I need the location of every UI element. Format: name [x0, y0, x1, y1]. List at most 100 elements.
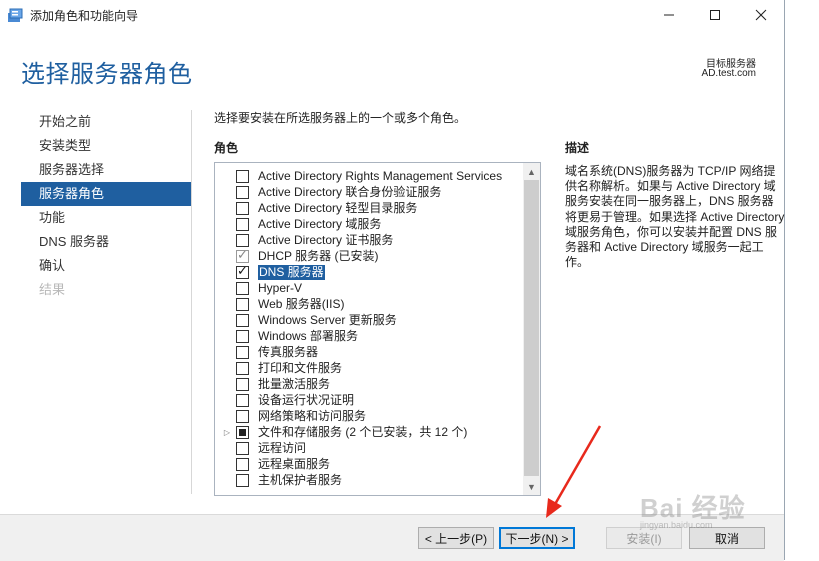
role-label: 批量激活服务	[258, 376, 331, 391]
role-row[interactable]: 远程访问	[215, 440, 521, 456]
nav-item-features[interactable]: 功能	[21, 206, 192, 230]
roles-scrollbar[interactable]: ▲ ▼	[523, 163, 540, 495]
role-checkbox[interactable]	[236, 409, 249, 423]
role-row[interactable]: Hyper-V	[215, 280, 521, 296]
nav-item-server-selection[interactable]: 服务器选择	[21, 158, 192, 182]
role-row[interactable]: Active Directory 域服务	[215, 216, 521, 232]
scroll-down-icon[interactable]: ▼	[523, 478, 540, 495]
role-label: Hyper-V	[258, 280, 303, 295]
role-label: Active Directory 联合身份验证服务	[258, 184, 442, 199]
role-checkbox[interactable]	[236, 313, 249, 327]
role-checkbox[interactable]	[236, 281, 249, 295]
role-row[interactable]: 打印和文件服务	[215, 360, 521, 376]
scroll-thumb[interactable]	[524, 180, 539, 476]
role-checkbox[interactable]	[236, 361, 249, 375]
role-row[interactable]: Windows 部署服务	[215, 328, 521, 344]
role-row[interactable]: 网络策略和访问服务	[215, 408, 521, 424]
role-checkbox[interactable]	[236, 377, 249, 391]
nav-item-dns-server[interactable]: DNS 服务器	[21, 230, 192, 254]
role-row[interactable]: 传真服务器	[215, 344, 521, 360]
nav-item-confirmation[interactable]: 确认	[21, 254, 192, 278]
role-checkbox[interactable]	[236, 425, 249, 439]
role-row[interactable]: Web 服务器(IIS)	[215, 296, 521, 312]
role-row[interactable]: Windows Server 更新服务	[215, 312, 521, 328]
install-button: 安装(I)	[606, 527, 682, 549]
expand-arrow-icon[interactable]: ▷	[219, 424, 235, 440]
role-row[interactable]: 设备运行状况证明	[215, 392, 521, 408]
role-row[interactable]: Active Directory 轻型目录服务	[215, 200, 521, 216]
role-checkbox[interactable]	[236, 201, 249, 215]
maximize-button[interactable]	[692, 0, 738, 30]
next-button[interactable]: 下一步(N) >	[499, 527, 575, 549]
role-checkbox[interactable]	[236, 393, 249, 407]
role-checkbox[interactable]	[236, 297, 249, 311]
nav-item-installation-type[interactable]: 安装类型	[21, 134, 192, 158]
wizard-window: 添加角色和功能向导 选择服务器角色 目标服务器 AD.test.com 开始之前…	[0, 0, 785, 561]
role-checkbox[interactable]	[236, 169, 249, 183]
role-row[interactable]: 远程桌面服务	[215, 456, 521, 472]
minimize-button[interactable]	[646, 0, 692, 30]
role-row[interactable]: Active Directory 证书服务	[215, 232, 521, 248]
scroll-up-icon[interactable]: ▲	[523, 163, 540, 180]
role-row[interactable]: DHCP 服务器 (已安装)	[215, 247, 521, 264]
role-label: 网络策略和访问服务	[258, 408, 367, 423]
role-label: 远程访问	[258, 440, 307, 455]
server-manager-icon	[8, 8, 24, 22]
role-label: Windows Server 更新服务	[258, 312, 397, 327]
role-checkbox[interactable]	[236, 185, 249, 199]
minimize-icon	[664, 14, 674, 16]
role-row[interactable]: Active Directory 联合身份验证服务	[215, 184, 521, 200]
role-label: Web 服务器(IIS)	[258, 296, 345, 311]
role-checkbox[interactable]	[236, 457, 249, 471]
role-label: 设备运行状况证明	[258, 392, 355, 407]
role-row[interactable]: DNS 服务器	[215, 263, 521, 280]
instruction-text: 选择要安装在所选服务器上的一个或多个角色。	[214, 111, 467, 125]
close-button[interactable]	[738, 0, 784, 30]
role-label: Active Directory 证书服务	[258, 232, 394, 247]
role-checkbox[interactable]	[236, 345, 249, 359]
annotation-arrow-icon	[546, 425, 602, 518]
role-label: 传真服务器	[258, 344, 319, 359]
role-checkbox	[236, 247, 249, 263]
role-checkbox[interactable]	[236, 217, 249, 231]
role-checkbox[interactable]	[236, 441, 249, 455]
nav-item-server-roles[interactable]: 服务器角色	[21, 182, 192, 206]
role-row[interactable]: ▷ 文件和存储服务 (2 个已安装，共 12 个)	[215, 424, 521, 440]
nav-item-before-you-begin[interactable]: 开始之前	[21, 110, 192, 134]
role-checkbox[interactable]	[236, 473, 249, 487]
roles-list-box[interactable]: Active Directory Rights Management Servi…	[214, 162, 541, 496]
role-label: Windows 部署服务	[258, 328, 359, 343]
role-checkbox[interactable]	[236, 263, 249, 279]
previous-button[interactable]: < 上一步(P)	[418, 527, 494, 549]
wizard-nav: 开始之前 安装类型 服务器选择 服务器角色 功能 DNS 服务器 确认 结果	[21, 110, 192, 302]
watermark-url: jingyan.baidu.com	[640, 520, 713, 530]
role-label: Active Directory 轻型目录服务	[258, 200, 418, 215]
title-bar[interactable]: 添加角色和功能向导	[0, 0, 784, 30]
nav-item-results: 结果	[39, 282, 66, 297]
role-checkbox[interactable]	[236, 329, 249, 343]
role-label: DNS 服务器	[258, 264, 325, 280]
role-label: Active Directory Rights Management Servi…	[258, 168, 503, 183]
window-title: 添加角色和功能向导	[30, 9, 139, 23]
role-checkbox[interactable]	[236, 233, 249, 247]
role-row[interactable]: 主机保护者服务	[215, 472, 521, 488]
close-icon	[755, 9, 767, 21]
role-label: Active Directory 域服务	[258, 216, 382, 231]
role-row[interactable]: 批量激活服务	[215, 376, 521, 392]
cancel-button[interactable]: 取消	[689, 527, 765, 549]
role-label: 文件和存储服务 (2 个已安装，共 12 个)	[258, 424, 468, 439]
role-row[interactable]: Active Directory Rights Management Servi…	[215, 168, 521, 184]
